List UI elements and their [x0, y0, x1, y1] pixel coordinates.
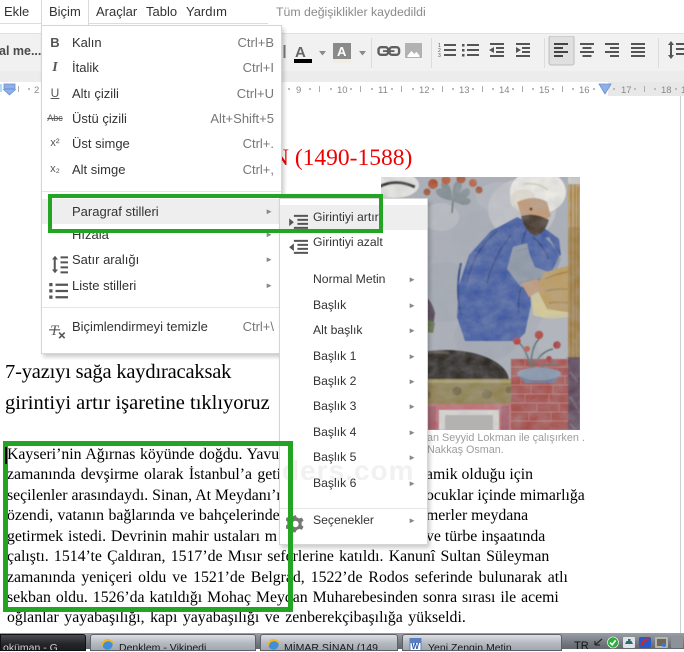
svg-text:3: 3 — [438, 53, 441, 59]
svg-text:A: A — [337, 44, 347, 59]
svg-text:A: A — [295, 44, 306, 61]
svg-text:T: T — [50, 323, 59, 339]
svg-text:W: W — [412, 642, 420, 651]
